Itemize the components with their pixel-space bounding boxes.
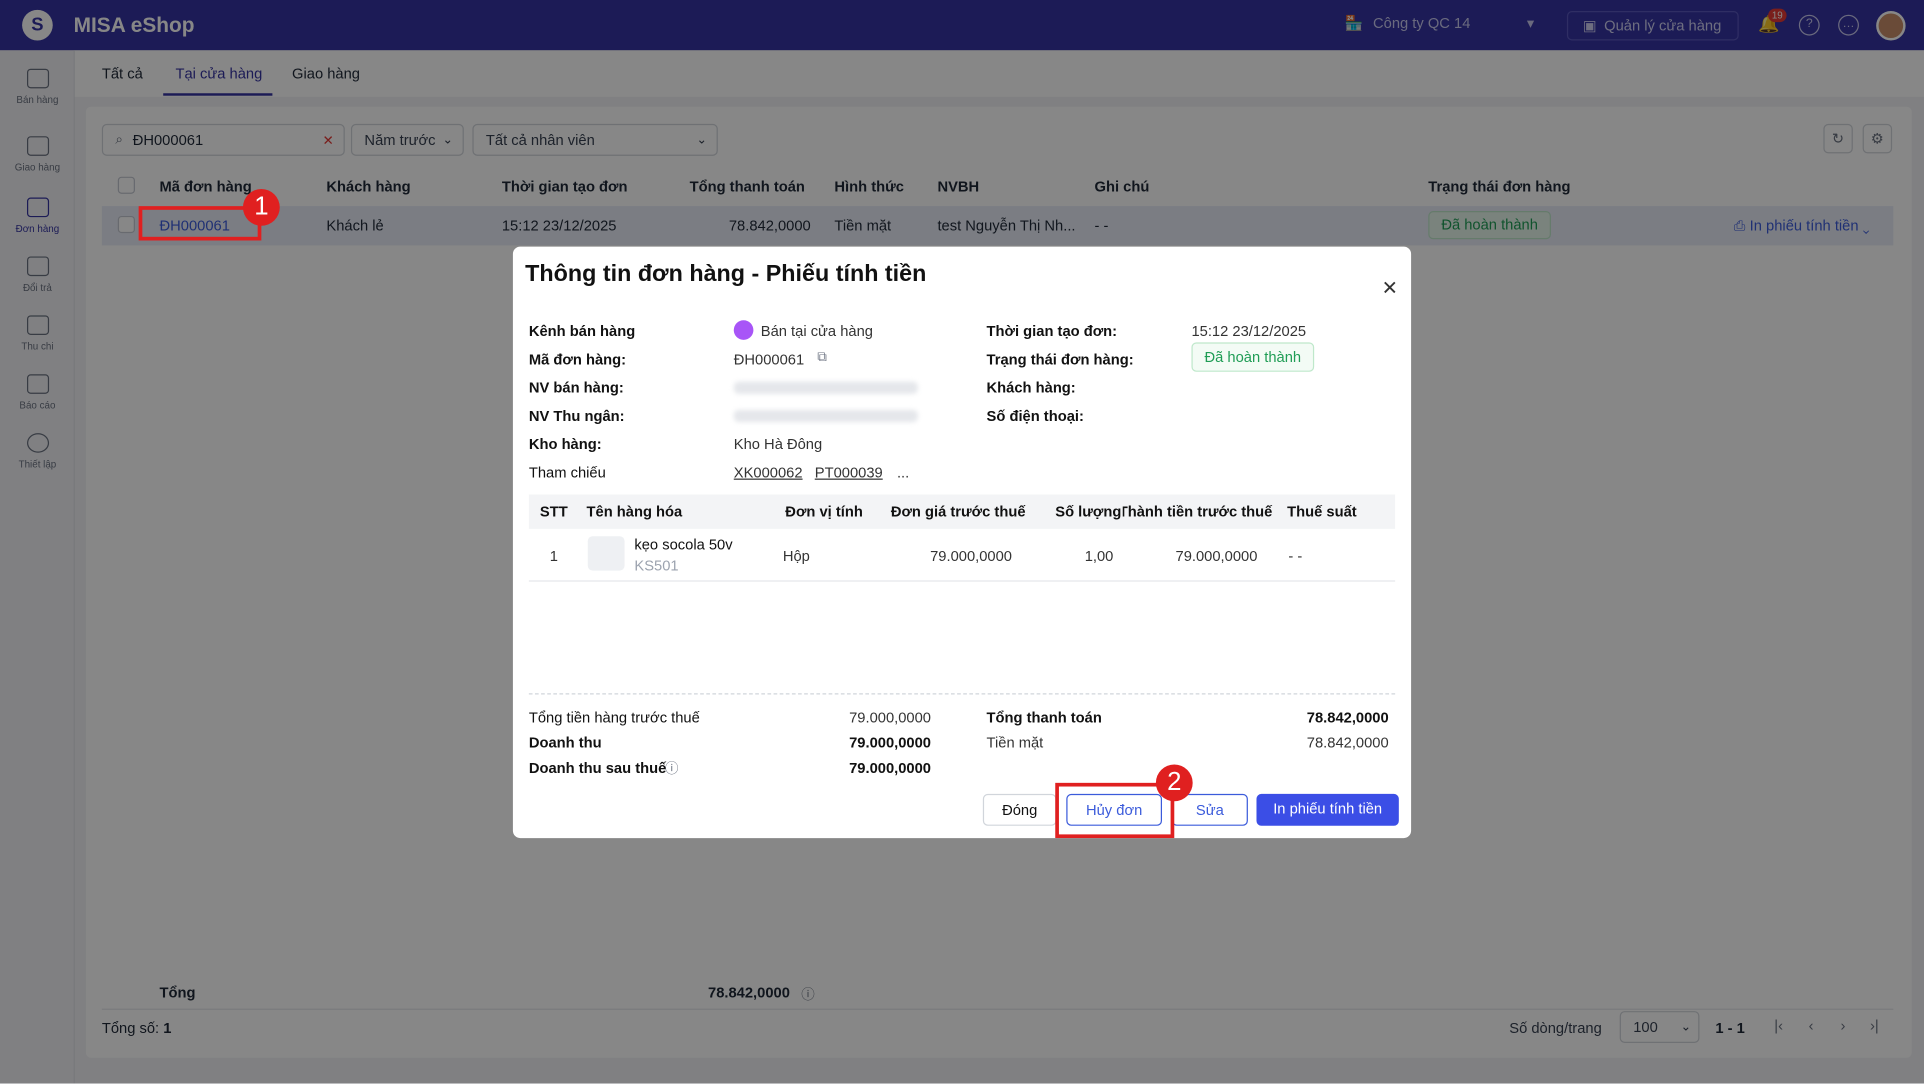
label-order-status: Trạng thái đơn hàng: (986, 350, 1134, 369)
reference-link-pt[interactable]: PT000039 (815, 464, 883, 481)
items-header-price: Đơn giá trước thuế (890, 503, 1026, 521)
item-tax: - - (1288, 547, 1303, 565)
store-channel-icon (733, 320, 754, 340)
reference-link-xk[interactable]: XK000062 (734, 464, 803, 481)
item-name: kẹo socola 50v (634, 536, 733, 554)
print-receipt-button[interactable]: In phiếu tính tiền (1256, 793, 1399, 826)
label-subtotal: Tổng tiền hàng trước thuế (528, 709, 700, 727)
items-header-amount: Thành tiền trước thuế (1122, 503, 1273, 521)
item-sku: KS501 (634, 557, 679, 575)
items-header-name: Tên hàng hóa (586, 503, 683, 521)
status-badge: Đã hoàn thành (1191, 342, 1315, 372)
item-stt: 1 (549, 547, 558, 565)
items-header-stt: STT (539, 503, 568, 521)
dashed-divider (528, 693, 1396, 695)
label-reference: Tham chiếu (528, 463, 606, 481)
item-price: 79.000,0000 (930, 547, 1012, 565)
label-phone: Số điện thoại: (986, 407, 1084, 425)
value-subtotal: 79.000,0000 (849, 709, 931, 727)
items-header-tax: Thuế suất (1287, 503, 1357, 521)
label-sales-channel: Kênh bán hàng (528, 322, 636, 340)
items-header-unit: Đơn vị tính (785, 503, 863, 521)
close-button[interactable]: Đóng (982, 793, 1057, 826)
label-created-time: Thời gian tạo đơn: (986, 322, 1118, 340)
divider (528, 580, 1396, 582)
value-cash: 78.842,0000 (1306, 733, 1389, 751)
annotation-box-2 (1055, 782, 1175, 839)
info-icon[interactable]: ⓘ (665, 758, 678, 778)
blurred-cashier (733, 409, 918, 423)
reference-more-link[interactable]: ... (897, 464, 909, 481)
order-info-modal: Thông tin đơn hàng - Phiếu tính tiền ✕ K… (512, 246, 1412, 839)
close-icon[interactable]: ✕ (1382, 276, 1398, 301)
label-cash: Tiền mặt (986, 733, 1044, 751)
items-header-qty: Số lượng (1055, 503, 1122, 521)
product-image-icon (587, 536, 625, 571)
label-cashier: NV Thu ngân: (528, 407, 625, 425)
value-revenue: 79.000,0000 (849, 733, 931, 751)
item-unit: Hộp (782, 547, 810, 565)
value-sales-channel: Bán tại cửa hàng (760, 322, 873, 340)
value-created-time: 15:12 23/12/2025 (1191, 322, 1307, 340)
copy-icon[interactable]: ⧉ (817, 350, 827, 366)
item-qty: 1,00 (1084, 547, 1114, 565)
label-revenue: Doanh thu (528, 733, 602, 751)
label-total-payment: Tổng thanh toán (986, 709, 1102, 727)
annotation-number-2: 2 (1155, 764, 1193, 802)
item-amount: 79.000,0000 (1175, 547, 1258, 565)
label-warehouse: Kho hàng: (528, 435, 602, 453)
value-total-payment: 78.842,0000 (1306, 709, 1389, 727)
label-sales-staff: NV bán hàng: (528, 379, 624, 397)
label-order-code: Mã đơn hàng: (528, 350, 627, 369)
annotation-number-1: 1 (242, 188, 280, 226)
value-warehouse: Kho Hà Đông (733, 435, 823, 453)
value-order-code: ĐH000061 (733, 350, 805, 369)
label-customer: Khách hàng: (986, 379, 1076, 397)
modal-title: Thông tin đơn hàng - Phiếu tính tiền (525, 261, 927, 288)
blurred-sales-staff (733, 381, 918, 394)
value-revenue-after-tax: 79.000,0000 (849, 759, 931, 777)
label-revenue-after-tax: Doanh thu sau thuế (528, 759, 667, 777)
